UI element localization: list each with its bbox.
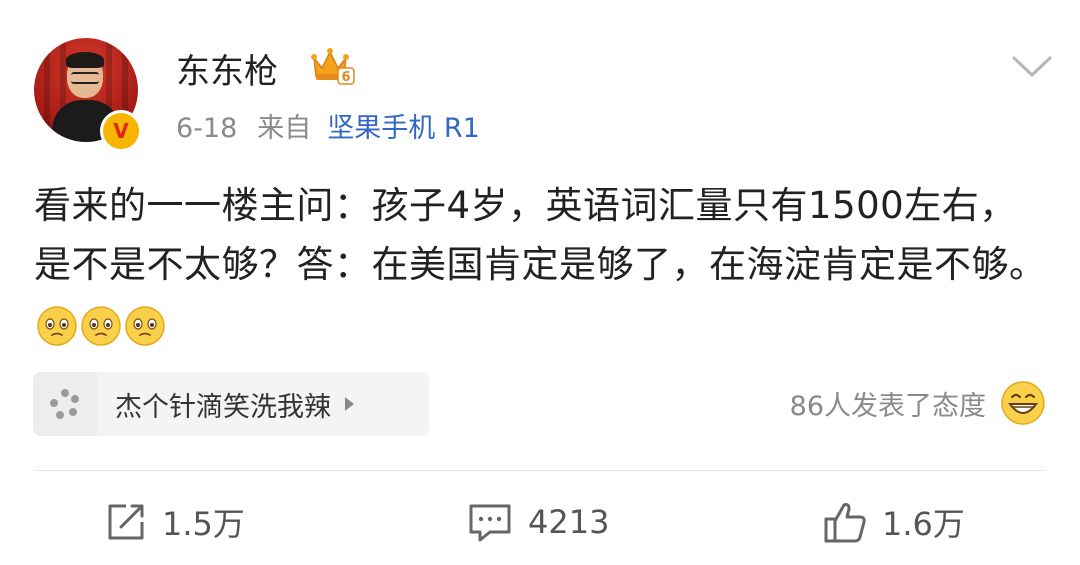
topic-icon-box [33, 372, 97, 436]
repost-icon [108, 504, 144, 540]
teary-eyes-emoji [37, 305, 77, 346]
grin-emoji-icon [1001, 381, 1045, 425]
topic-label: 杰个针滴笑洗我辣 [115, 391, 331, 423]
chevron-right-icon [345, 397, 354, 411]
like-count: 1.6万 [882, 505, 965, 543]
comment-button[interactable]: 4213 [466, 498, 609, 546]
reactions-text: 86人发表了态度 [789, 390, 986, 422]
pinwheel-icon [50, 389, 79, 419]
post-meta: 6-18 来自 坚果手机 R1 [176, 106, 480, 145]
topic-pill[interactable]: 杰个针滴笑洗我辣 [33, 372, 429, 436]
emoji-row [36, 305, 166, 347]
comment-icon [469, 504, 511, 542]
post-body: 看来的一一楼主问：孩子4岁，英语词汇量只有1500左右，是不是不太够？答：在美国… [34, 184, 1047, 286]
post-text: 看来的一一楼主问：孩子4岁，英语词汇量只有1500左右，是不是不太够？答：在美国… [34, 176, 1054, 353]
post-date: 6-18 [176, 113, 238, 144]
source-link[interactable]: 坚果手机 R1 [327, 113, 480, 144]
divider [34, 470, 1046, 471]
like-button[interactable]: 1.6万 [822, 498, 965, 546]
thumbs-up-icon [824, 503, 866, 543]
reactions-summary[interactable]: 86人发表了态度 [790, 380, 1046, 426]
repost-count: 1.5万 [162, 505, 245, 543]
teary-eyes-emoji [125, 305, 165, 346]
teary-eyes-emoji [81, 305, 121, 346]
level-number: 6 [341, 70, 350, 85]
comment-count: 4213 [528, 503, 610, 541]
verified-badge-icon: V [100, 110, 142, 152]
crown-level-icon: 6 [311, 48, 355, 85]
from-label: 来自 [257, 113, 312, 144]
repost-button[interactable]: 1.5万 [104, 498, 245, 546]
username[interactable]: 东东枪 [176, 44, 278, 93]
chevron-down-icon[interactable] [1010, 54, 1054, 80]
